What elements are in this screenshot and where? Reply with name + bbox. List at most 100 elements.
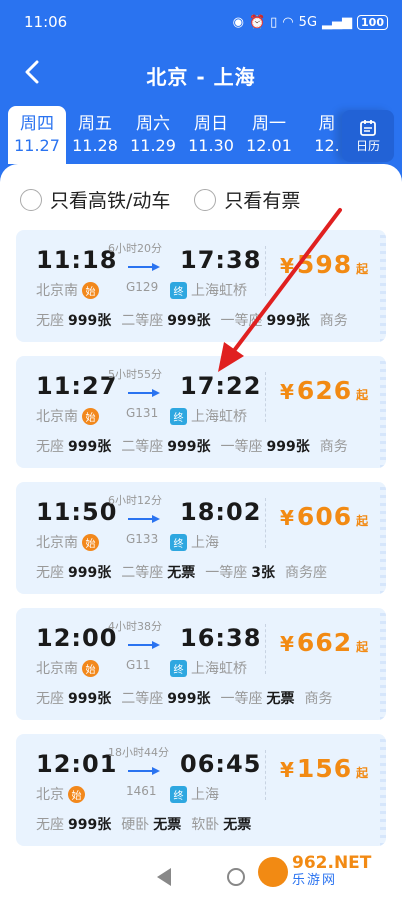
status-bar: 11:06 ◉ ⏰ ▯ ◠ 5G ▂▄▆ 100 [0, 0, 402, 44]
arrival-station: 终上海 [170, 532, 219, 552]
date-value: 11.29 [130, 136, 176, 155]
price-value: 598 [296, 250, 353, 279]
train-number: G11 [126, 658, 151, 672]
seat-info: 硬卧 无票 [121, 814, 181, 834]
seat-count: 无票 [153, 817, 182, 833]
price-suffix: 起 [356, 262, 369, 276]
duration: 6小时20分 [108, 242, 162, 255]
arrow-right-icon [128, 389, 160, 397]
date-weekday: 周四 [20, 114, 54, 134]
seat-count: 999张 [68, 313, 112, 329]
seat-info: 软卧 无票 [191, 814, 251, 834]
date-value: 12.01 [246, 136, 292, 155]
seat-info: 二等座 无票 [121, 562, 195, 582]
date-tab-2[interactable]: 周五 11.28 [66, 106, 124, 164]
arrival-time: 17:22 [180, 372, 262, 400]
seat-type: 软卧 [191, 817, 220, 833]
station-name: 北京南 [36, 661, 78, 677]
date-weekday: 周日 [194, 114, 228, 134]
train-number: G129 [126, 280, 159, 294]
seat-count: 无票 [167, 565, 196, 581]
seat-type: 商务 [319, 439, 348, 455]
seat-info: 商务 [320, 436, 348, 456]
station-name: 上海 [191, 535, 219, 551]
calendar-label: 日历 [355, 138, 380, 153]
price-value: 626 [296, 376, 353, 405]
back-button[interactable] [16, 56, 48, 88]
arrow-right-icon [128, 515, 160, 523]
seat-count: 999张 [167, 313, 211, 329]
train-card[interactable]: 12:01 18小时44分 06:45 北京始 1461 终上海 ¥156 起 无… [16, 734, 386, 846]
date-tab-4[interactable]: 周日 11.30 [182, 106, 240, 164]
arrival-time: 17:38 [180, 246, 262, 274]
alarm-icon: ⏰ [248, 14, 266, 30]
departure-station: 北京南始 [36, 280, 99, 300]
origin-badge: 始 [68, 785, 85, 803]
terminal-badge: 终 [170, 785, 187, 803]
price: ¥598 起 [280, 250, 368, 279]
price: ¥626 起 [280, 376, 368, 405]
date-weekday: 周 [318, 114, 336, 134]
signal-icon: ▂▄▆ [322, 14, 353, 30]
seat-info: 无座 999张 [36, 688, 111, 708]
date-value: 11.30 [188, 136, 234, 155]
filter-available[interactable]: 只看有票 [194, 186, 300, 213]
station-name: 北京南 [36, 283, 78, 299]
date-tab-1[interactable]: 周四 11.27 [8, 106, 66, 164]
date-value: 11.27 [14, 136, 60, 155]
arrival-time: 06:45 [180, 750, 262, 778]
train-card[interactable]: 11:50 6小时12分 18:02 北京南始 G133 终上海 ¥606 起 无… [16, 482, 386, 594]
date-weekday: 周一 [252, 114, 286, 134]
chevron-left-icon [25, 60, 39, 84]
date-tab-3[interactable]: 周六 11.29 [124, 106, 182, 164]
terminal-badge: 终 [170, 407, 187, 425]
seat-info: 一等座 999张 [220, 436, 309, 456]
seat-info: 二等座 999张 [121, 688, 210, 708]
nav-back-icon[interactable] [157, 868, 171, 886]
results-panel: 只看高铁/动车 只看有票 11:18 6小时20分 17:38 北京南始 G12… [0, 164, 402, 854]
price-value: 156 [296, 754, 353, 783]
seat-type: 无座 [36, 565, 64, 581]
seat-info: 无座 999张 [36, 814, 111, 834]
departure-time: 12:00 [36, 624, 118, 652]
date-value: 12. [314, 136, 340, 155]
train-number: G133 [126, 532, 159, 546]
date-strip: 周四 11.27 周五 11.28 周六 11.29 周日 11.30 周一 1… [0, 106, 402, 164]
vibrate-icon: ▯ [270, 14, 278, 30]
filter-high-speed[interactable]: 只看高铁/动车 [20, 186, 170, 213]
filter-row: 只看高铁/动车 只看有票 [0, 164, 402, 213]
date-weekday: 周五 [78, 114, 112, 134]
departure-station: 北京南始 [36, 532, 99, 552]
departure-station: 北京南始 [36, 658, 99, 678]
calendar-icon [360, 119, 376, 136]
train-card[interactable]: 11:27 5小时55分 17:22 北京南始 G131 终上海虹桥 ¥626 起… [16, 356, 386, 468]
station-name: 北京南 [36, 535, 78, 551]
divider [265, 624, 266, 674]
train-card[interactable]: 12:00 4小时38分 16:38 北京南始 G11 终上海虹桥 ¥662 起 … [16, 608, 386, 720]
seat-row: 无座 999张 二等座 无票 一等座 3张 商务座 [36, 562, 337, 582]
nav-home-icon[interactable] [227, 868, 245, 886]
price-suffix: 起 [356, 640, 369, 654]
station-name: 上海虹桥 [191, 283, 247, 299]
arrival-time: 18:02 [180, 498, 262, 526]
seat-info: 无座 999张 [36, 562, 111, 582]
seat-info: 商务 [304, 688, 332, 708]
price-value: 662 [296, 628, 353, 657]
date-tab-5[interactable]: 周一 12.01 [240, 106, 298, 164]
seat-type: 商务座 [284, 565, 327, 581]
currency-symbol: ¥ [280, 632, 294, 656]
seat-type: 硬卧 [121, 817, 150, 833]
arrival-station: 终上海虹桥 [170, 658, 247, 678]
station-name: 北京 [36, 787, 64, 803]
date-value: 11.28 [72, 136, 118, 155]
train-card[interactable]: 11:18 6小时20分 17:38 北京南始 G129 终上海虹桥 ¥598 起… [16, 230, 386, 342]
calendar-button[interactable]: 日历 [342, 110, 394, 162]
departure-time: 11:18 [36, 246, 118, 274]
divider [265, 372, 266, 422]
arrow-right-icon [128, 641, 160, 649]
watermark-text: 962.NET 乐游网 [292, 854, 371, 890]
seat-count: 999张 [68, 439, 112, 455]
seat-type: 一等座 [205, 565, 248, 581]
arrival-station: 终上海虹桥 [170, 406, 247, 426]
station-name: 上海虹桥 [191, 409, 247, 425]
